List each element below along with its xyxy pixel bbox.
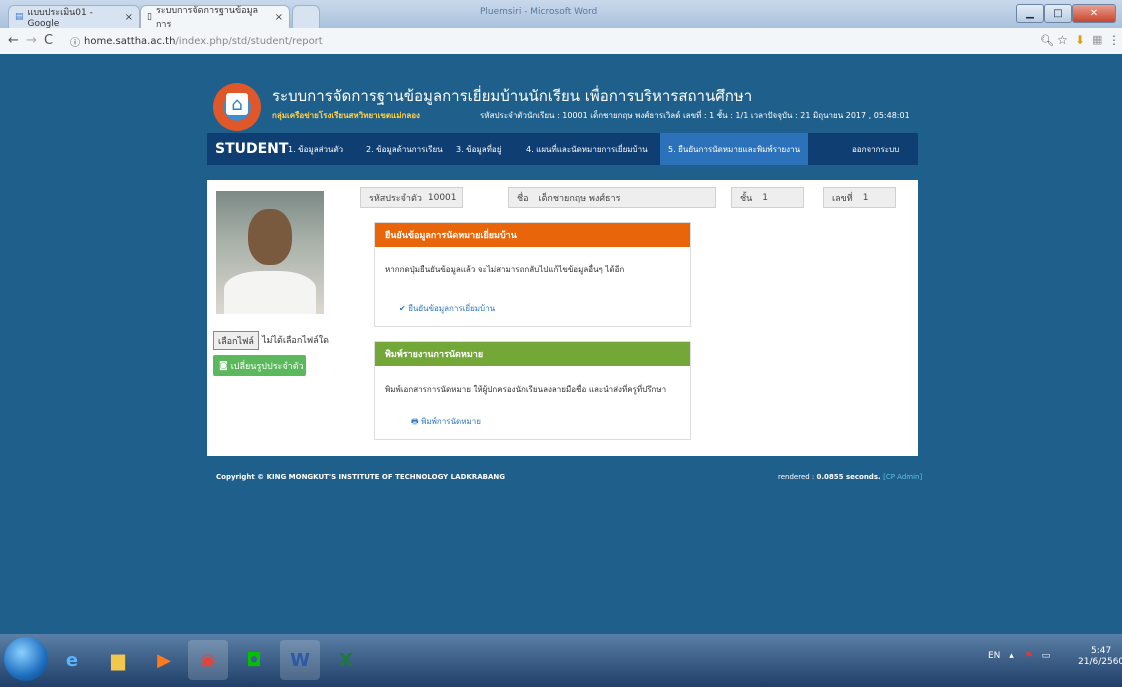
google-forms-icon: ▤ <box>15 12 24 22</box>
menu-item-address[interactable]: 3. ข้อมูลที่อยู่ <box>456 133 501 165</box>
print-icon: 🖶︎ <box>411 417 419 426</box>
system-tray: EN ▴ ⚑ ▭ <box>988 651 1050 661</box>
check-icon: ✔ <box>399 304 406 313</box>
menu-icon[interactable]: ⋮ <box>1108 33 1120 47</box>
network-icon[interactable]: ▭ <box>1042 651 1051 661</box>
class-value: 1 <box>762 192 768 203</box>
ie-icon[interactable]: e <box>52 640 92 680</box>
home-icon[interactable]: ⌂ <box>226 93 248 115</box>
download-icon[interactable]: ⬇ <box>1075 33 1085 47</box>
confirm-panel-title: ยืนยันข้อมูลการนัดหมายเยี่ยมบ้าน <box>375 223 690 247</box>
print-appointment-label: พิมพ์การนัดหมาย <box>421 417 481 426</box>
menu-item-map[interactable]: 4. แผนที่และนัดหมายการเยี่ยมบ้าน <box>526 133 648 165</box>
language-indicator[interactable]: EN <box>988 651 1000 661</box>
student-photo <box>216 191 324 314</box>
new-tab-button[interactable] <box>292 5 320 28</box>
zoom-icon[interactable]: 🔍︎ <box>1040 34 1054 47</box>
student-id-value: 10001 <box>427 192 457 203</box>
window-title: Pluemsiri - Microsoft Word <box>480 7 598 17</box>
number-field: เลขที่ 1 <box>823 187 896 208</box>
tab-student-system[interactable]: ▯ ระบบการจัดการฐานข้อมูลการ × <box>140 5 290 30</box>
confirm-visit-link[interactable]: ✔ ยืนยันข้อมูลการเยี่ยมบ้าน <box>399 302 495 315</box>
menu-item-study[interactable]: 2. ข้อมูลด้านการเรียน <box>366 133 443 165</box>
forward-icon[interactable]: → <box>26 33 37 48</box>
line-icon[interactable]: ◘ <box>234 640 274 680</box>
info-icon: ⓘ <box>70 37 80 49</box>
change-photo-label: เปลี่ยนรูปประจำตัว <box>230 361 304 372</box>
site-title: ระบบการจัดการฐานข้อมูลการเยี่ยมบ้านนักเร… <box>272 87 753 105</box>
confirm-panel-text: หากกดปุ่มยืนยันข้อมูลแล้ว จะไม่สามารถกลั… <box>385 265 625 274</box>
excel-icon[interactable]: X <box>326 640 366 680</box>
student-info-line: รหัสประจำตัวนักเรียน : 10001 เด็กชายกฤษ … <box>480 111 910 120</box>
clock-time: 5:47 <box>1090 646 1112 656</box>
change-photo-button[interactable]: ◙ เปลี่ยนรูปประจำตัว <box>213 355 306 376</box>
clock-date: 21/6/2560 <box>1078 657 1122 667</box>
class-label: ชั้น <box>740 193 753 204</box>
tray-arrow-icon[interactable]: ▴ <box>1009 651 1014 661</box>
render-suffix: seconds. <box>843 473 884 481</box>
student-name-field: ชื่อ เด็กชายกฤษ พงศ์ธาร <box>508 187 716 208</box>
page-icon: ▯ <box>147 12 152 22</box>
menu-item-confirm[interactable]: 5. ยืนยันการนัดหมายและพิมพ์รายงาน <box>660 133 809 165</box>
render-value: 0.0855 <box>816 473 844 481</box>
explorer-icon[interactable]: ▆ <box>98 640 138 680</box>
menu-item-personal[interactable]: 1. ข้อมูลส่วนตัว <box>288 133 343 165</box>
chrome-icon[interactable]: ◉ <box>188 640 228 680</box>
site-subtitle: กลุ่มเครือข่ายโรงเรียนสหวิทยาเขตแม่กลอง <box>272 111 420 120</box>
reload-icon[interactable]: C <box>44 33 53 48</box>
close-icon[interactable]: × <box>125 12 133 23</box>
menu-brand[interactable]: STUDENT <box>215 133 288 165</box>
confirm-panel: ยืนยันข้อมูลการนัดหมายเยี่ยมบ้าน หากกดปุ… <box>374 222 691 327</box>
student-id-field: รหัสประจำตัว 10001 <box>360 187 463 208</box>
render-time: rendered : 0.0855 seconds. [CP Admin] <box>778 473 922 481</box>
file-status: ไม่ได้เลือกไฟล์ใด <box>262 336 329 346</box>
camera-icon: ◙ <box>219 360 228 371</box>
clock[interactable]: 5:47 21/6/2560 <box>1078 646 1122 668</box>
print-appointment-link[interactable]: 🖶︎ พิมพ์การนัดหมาย <box>411 415 481 430</box>
close-icon[interactable]: × <box>275 12 283 23</box>
student-name-label: ชื่อ <box>517 193 529 204</box>
start-button[interactable] <box>4 637 48 681</box>
back-icon[interactable]: ← <box>8 33 19 48</box>
confirm-visit-label: ยืนยันข้อมูลการเยี่ยมบ้าน <box>408 304 496 313</box>
star-icon[interactable]: ☆ <box>1057 33 1068 47</box>
close-window-button[interactable]: ✕ <box>1072 4 1116 23</box>
word-icon[interactable]: W <box>280 640 320 680</box>
print-panel: พิมพ์รายงานการนัดหมาย พิมพ์เอกสารการนัดห… <box>374 341 691 440</box>
copyright: Copyright © KING MONGKUT'S INSTITUTE OF … <box>216 473 505 481</box>
url-path: /index.php/std/student/report <box>175 35 323 47</box>
media-player-icon[interactable]: ▶ <box>144 640 184 680</box>
extension-icon[interactable]: ▦ <box>1092 33 1102 46</box>
render-prefix: rendered : <box>778 473 817 481</box>
student-id-label: รหัสประจำตัว <box>369 193 422 204</box>
minimize-button[interactable]: ▁ <box>1016 4 1044 23</box>
url-host: home.sattha.ac.th <box>84 35 176 47</box>
tab-label: แบบประเมิน01 - Google <box>27 8 93 29</box>
print-panel-title: พิมพ์รายงานการนัดหมาย <box>375 342 690 366</box>
student-name-value: เด็กชายกฤษ พงศ์ธาร <box>538 193 621 204</box>
cp-admin-link[interactable]: [CP Admin] <box>883 473 922 481</box>
choose-file-button[interactable]: เลือกไฟล์ <box>213 331 259 350</box>
url-field[interactable]: ⓘ home.sattha.ac.th /index.php/std/stude… <box>70 31 1030 51</box>
logout-link[interactable]: ออกจากระบบ <box>852 133 899 165</box>
class-field: ชั้น 1 <box>731 187 804 208</box>
tab-label: ระบบการจัดการฐานข้อมูลการ <box>155 6 259 30</box>
flag-icon[interactable]: ⚑ <box>1025 651 1033 661</box>
print-panel-text: พิมพ์เอกสารการนัดหมาย ให้ผู้ปกครองนักเรี… <box>385 385 667 394</box>
maximize-button[interactable]: □ <box>1044 4 1072 23</box>
number-value: 1 <box>862 192 869 203</box>
tab-google-form[interactable]: ▤ แบบประเมิน01 - Google × <box>8 5 140 29</box>
number-label: เลขที่ <box>832 193 853 204</box>
